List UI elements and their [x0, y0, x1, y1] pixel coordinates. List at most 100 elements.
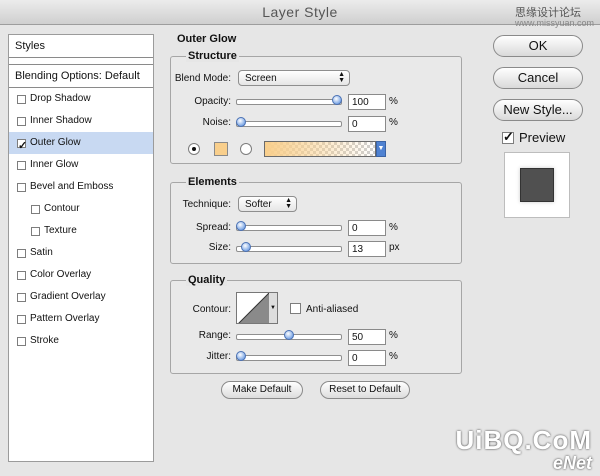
gradient-radio[interactable]	[240, 143, 252, 155]
blend-mode-select[interactable]: Screen ▲ ▼	[238, 70, 350, 86]
ok-button[interactable]: OK	[493, 35, 583, 57]
jitter-slider[interactable]	[236, 351, 342, 361]
range-slider-thumb[interactable]	[284, 330, 294, 340]
style-item-outer-glow[interactable]: Outer Glow	[9, 132, 153, 157]
size-unit: px	[389, 242, 400, 253]
watermark-top-sub: www.missyuan.com	[514, 18, 594, 28]
watermark-top: 思缘设计论坛 www.missyuan.com	[515, 4, 594, 28]
popup-arrows-icon: ▲ ▼	[285, 197, 292, 210]
style-item-label: Texture	[44, 225, 77, 236]
technique-select[interactable]: Softer ▲ ▼	[238, 196, 297, 212]
watermark-bottom: UiBQ.CoM	[455, 425, 592, 455]
contour-curve-icon	[238, 293, 269, 323]
range-slider[interactable]	[236, 330, 342, 340]
contour-thumbnail[interactable]	[236, 292, 270, 324]
style-item-inner-glow[interactable]: Inner Glow	[9, 154, 153, 176]
cancel-button[interactable]: Cancel	[493, 67, 583, 89]
style-item-checkbox[interactable]	[17, 160, 26, 170]
style-item-checkbox[interactable]	[31, 226, 40, 236]
watermark-bottom-2: eNet	[552, 453, 592, 473]
preview-thumbnail	[504, 152, 570, 218]
range-label: Range:	[198, 330, 231, 341]
anti-aliased-label: Anti-aliased	[306, 304, 359, 315]
style-item-contour[interactable]: Contour	[9, 198, 153, 220]
reset-default-button[interactable]: Reset to Default	[320, 381, 410, 399]
preview-square	[520, 168, 554, 202]
style-item-checkbox[interactable]	[17, 314, 26, 324]
size-slider-thumb[interactable]	[240, 242, 251, 252]
layer-style-dialog: Layer Style 思缘设计论坛 www.missyuan.com Styl…	[0, 0, 600, 476]
style-item-checkbox[interactable]	[31, 204, 40, 214]
style-item-label: Inner Glow	[30, 159, 79, 170]
opacity-slider[interactable]	[236, 95, 342, 105]
spread-label: Spread:	[195, 222, 231, 233]
style-item-checkbox[interactable]	[17, 336, 26, 346]
preview-label: Preview	[519, 130, 566, 145]
spread-input[interactable]: 0	[348, 220, 386, 236]
style-item-drop-shadow[interactable]: Drop Shadow	[9, 88, 153, 110]
jitter-slider-thumb[interactable]	[236, 351, 246, 361]
quality-title: Quality	[186, 274, 228, 286]
blend-mode-label: Blend Mode:	[174, 73, 231, 84]
new-style-button[interactable]: New Style...	[493, 99, 583, 121]
style-item-label: Contour	[44, 203, 80, 214]
style-item-color-overlay[interactable]: Color Overlay	[9, 264, 153, 286]
jitter-unit: %	[389, 351, 398, 362]
range-input[interactable]: 50	[348, 329, 386, 345]
spread-unit: %	[389, 222, 398, 233]
noise-label: Noise:	[202, 117, 231, 128]
style-item-checkbox[interactable]	[17, 94, 26, 104]
contour-label: Contour:	[192, 304, 231, 315]
glow-gradient-swatch[interactable]	[264, 141, 376, 157]
spread-slider[interactable]	[236, 221, 342, 231]
contour-dropdown-icon[interactable]: ▼	[269, 292, 278, 324]
solid-color-radio[interactable]	[188, 143, 200, 155]
structure-title: Structure	[186, 50, 239, 62]
style-item-label: Gradient Overlay	[30, 291, 106, 302]
style-item-satin[interactable]: Satin	[9, 242, 153, 264]
opacity-unit: %	[389, 96, 398, 107]
style-item-checkbox[interactable]	[17, 292, 26, 302]
gradient-dropdown-icon[interactable]: ▼	[376, 141, 386, 157]
size-slider[interactable]	[236, 242, 342, 252]
style-item-bevel-and-emboss[interactable]: Bevel and Emboss	[9, 176, 153, 198]
style-item-checkbox[interactable]	[17, 248, 26, 258]
style-item-label: Bevel and Emboss	[30, 181, 114, 192]
styles-header[interactable]: Styles	[9, 35, 153, 58]
noise-slider[interactable]	[236, 117, 342, 127]
range-unit: %	[389, 330, 398, 341]
style-item-label: Stroke	[30, 335, 59, 346]
opacity-slider-thumb[interactable]	[332, 95, 342, 105]
blending-options-item[interactable]: Blending Options: Default	[9, 65, 153, 88]
styles-gap	[9, 58, 153, 65]
style-item-gradient-overlay[interactable]: Gradient Overlay	[9, 286, 153, 308]
technique-value: Softer	[245, 199, 272, 210]
style-item-checkbox[interactable]	[17, 116, 26, 126]
noise-unit: %	[389, 117, 398, 128]
style-item-label: Pattern Overlay	[30, 313, 100, 324]
spread-slider-thumb[interactable]	[236, 221, 246, 231]
style-item-checkbox[interactable]	[17, 182, 26, 192]
technique-label: Technique:	[182, 199, 231, 210]
noise-slider-thumb[interactable]	[236, 117, 246, 127]
style-item-texture[interactable]: Texture	[9, 220, 153, 242]
style-item-stroke[interactable]: Stroke	[9, 330, 153, 352]
style-item-inner-shadow[interactable]: Inner Shadow	[9, 110, 153, 132]
style-item-label: Inner Shadow	[30, 115, 92, 126]
style-item-checkbox[interactable]	[17, 135, 27, 157]
style-item-checkbox[interactable]	[17, 270, 26, 280]
size-label: Size:	[208, 242, 231, 253]
style-item-label: Outer Glow	[30, 137, 81, 148]
preview-toggle[interactable]: Preview	[502, 129, 566, 145]
preview-checkbox[interactable]	[502, 129, 514, 145]
jitter-input[interactable]: 0	[348, 350, 386, 366]
size-input[interactable]: 13	[348, 241, 386, 257]
make-default-button[interactable]: Make Default	[221, 381, 303, 399]
style-item-pattern-overlay[interactable]: Pattern Overlay	[9, 308, 153, 330]
glow-color-swatch[interactable]	[214, 142, 228, 156]
opacity-input[interactable]: 100	[348, 94, 386, 110]
noise-input[interactable]: 0	[348, 116, 386, 132]
elements-title: Elements	[186, 176, 239, 188]
anti-aliased-checkbox[interactable]	[290, 303, 301, 314]
title-bar[interactable]: Layer Style 思缘设计论坛 www.missyuan.com	[0, 0, 600, 28]
